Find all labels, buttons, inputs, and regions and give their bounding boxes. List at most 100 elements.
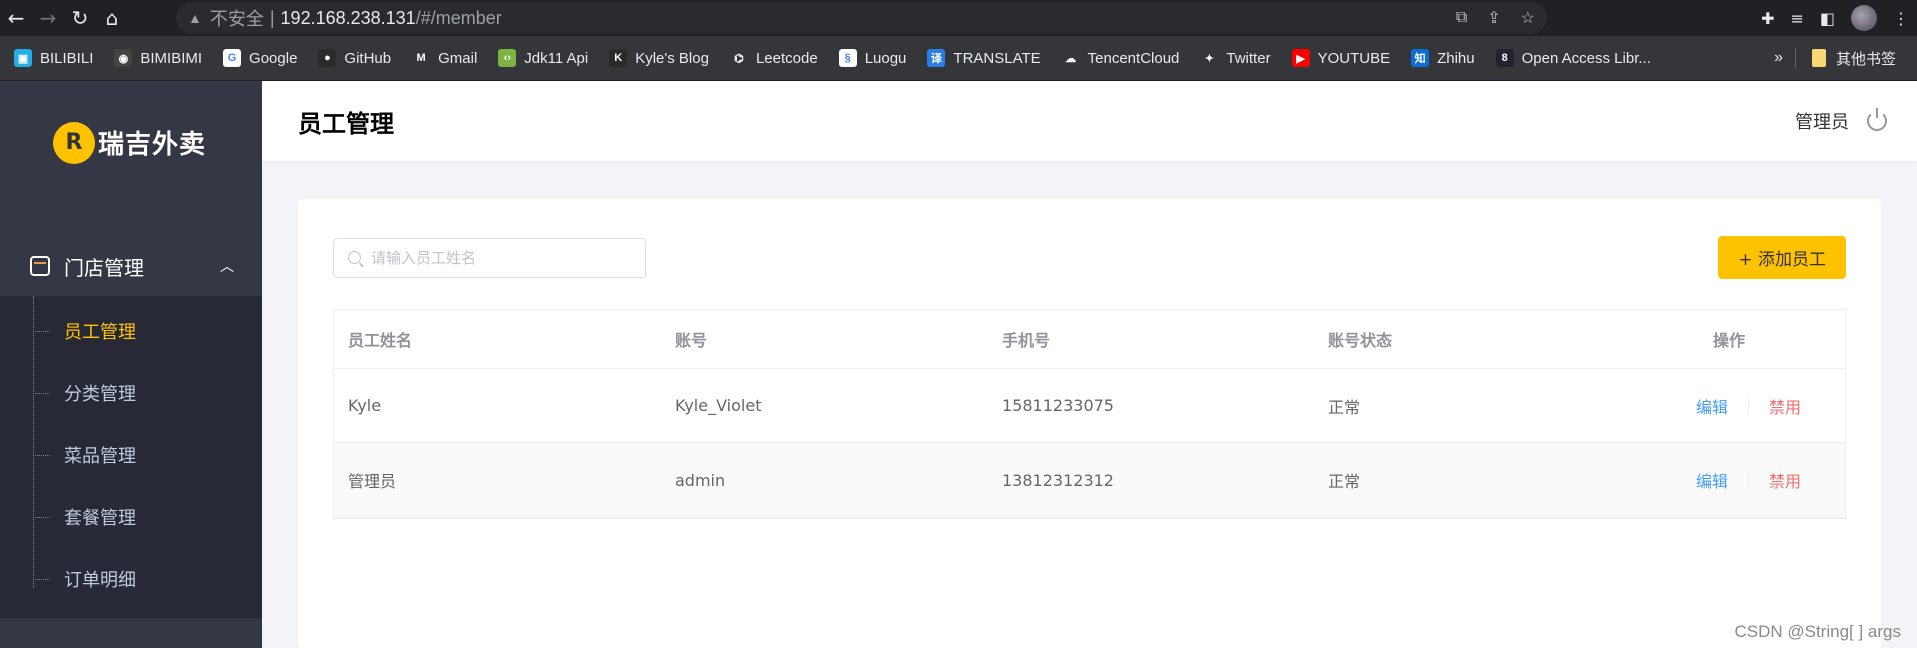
back-button[interactable]: ← <box>0 2 32 34</box>
cell-phone: 15811233075 <box>1002 396 1114 415</box>
logo-badge-icon: R <box>55 124 92 161</box>
column-header-name: 员工姓名 <box>348 331 413 350</box>
url-host: 192.168.238.131 <box>280 7 416 28</box>
menu-group-store-toggle[interactable]: 门店管理 ︿ <box>0 236 262 296</box>
bookmark-item[interactable]: ▣ BILIBILI <box>14 49 93 67</box>
employee-name-search-input[interactable] <box>371 248 645 267</box>
reload-button[interactable]: ↻ <box>64 2 96 34</box>
bookmark-label: Jdk11 Api <box>524 49 589 67</box>
leetcode-icon: ⌬ <box>729 49 748 67</box>
bookmark-label: TRANSLATE <box>953 49 1041 67</box>
bookmark-item[interactable]: ◉ BIMIBIMI <box>114 49 202 67</box>
cell-name: 管理员 <box>348 472 397 491</box>
sidebar-item-orders[interactable]: 订单明细 <box>0 548 262 610</box>
cell-status: 正常 <box>1328 397 1361 417</box>
media-control-icon[interactable]: ≡ <box>1790 9 1803 28</box>
bookmark-label: Luogu <box>864 49 907 67</box>
google-icon: G <box>223 49 242 67</box>
action-divider <box>1747 472 1749 488</box>
page-title: 员工管理 <box>298 109 394 138</box>
bookmark-item[interactable]: 8 Open Access Libr... <box>1495 49 1651 67</box>
bookmark-item[interactable]: ✦ Twitter <box>1200 49 1271 67</box>
other-bookmarks-label: 其他书签 <box>1835 50 1896 68</box>
bookmark-item[interactable]: ▶ YOUTUBE <box>1291 49 1391 67</box>
menu-kebab-icon[interactable]: ⋮ <box>1893 9 1909 28</box>
bookmark-item[interactable]: § Luogu <box>838 49 907 67</box>
bookmark-item[interactable]: ☁ TencentCloud <box>1061 49 1180 67</box>
disable-button[interactable]: 禁用 <box>1769 468 1801 492</box>
share-icon[interactable]: ⇪ <box>1487 8 1500 28</box>
gmail-icon: M <box>412 49 431 67</box>
bookmark-label: Open Access Libr... <box>1521 49 1651 67</box>
bookmark-label: Leetcode <box>755 49 818 67</box>
url-separator: | <box>269 7 275 28</box>
search-box <box>333 237 646 278</box>
disable-button[interactable]: 禁用 <box>1769 394 1801 418</box>
chevron-up-icon: ︿ <box>220 259 234 275</box>
oal-icon: 8 <box>1495 49 1514 67</box>
sidebar-item-employee[interactable]: 员工管理 <box>0 300 262 362</box>
edit-button[interactable]: 编辑 <box>1696 394 1728 418</box>
bookmark-label: Kyle's Blog <box>635 49 709 67</box>
home-button[interactable]: ⌂ <box>96 2 128 34</box>
bookmark-star-icon[interactable]: ☆ <box>1521 8 1535 28</box>
submenu: 员工管理 分类管理 菜品管理 套餐管理 订单明细 <box>0 296 262 618</box>
bilibili-icon: ▣ <box>14 49 32 67</box>
bookmark-item[interactable]: ‹› Jdk11 Api <box>498 49 588 67</box>
side-panel-icon[interactable]: ◧ <box>1820 9 1835 28</box>
bookmark-label: BIMIBIMI <box>140 49 203 67</box>
bookmarks-bar: ▣ BILIBILI ◉ BIMIBIMI G Google ● GitHub M Gmail ‹›… <box>0 36 1917 81</box>
bookmark-item[interactable]: ⌬ Leetcode <box>729 49 818 67</box>
bookmark-label: Zhihu <box>1437 49 1475 67</box>
forward-button[interactable]: → <box>32 2 64 34</box>
app-root: R 瑞吉外卖 门店管理 ︿ 员工管理 分类管理 菜品管理 套餐管理 订单明细 员… <box>0 81 1917 648</box>
bookmark-label: YOUTUBE <box>1317 49 1391 67</box>
blog-icon: K <box>609 49 628 67</box>
cell-account: admin <box>675 470 726 490</box>
browser-toolbar: ← → ↻ ⌂ ▲ 不安全 | 192.168.238.131 /#/membe… <box>0 0 1917 36</box>
logo-text: 瑞吉外卖 <box>97 130 206 160</box>
bookmark-label: Google <box>249 49 298 67</box>
luogu-icon: § <box>838 49 857 67</box>
youtube-icon: ▶ <box>1291 49 1310 67</box>
edit-button[interactable]: 编辑 <box>1696 468 1728 492</box>
bookmark-item[interactable]: M Gmail <box>412 49 477 67</box>
sidebar-item-setmeal[interactable]: 套餐管理 <box>0 486 262 548</box>
cell-phone: 13812312312 <box>1002 470 1114 490</box>
address-bar[interactable]: ▲ 不安全 | 192.168.238.131 /#/member ⧉ ⇪ ☆ <box>176 2 1547 34</box>
bookmark-item[interactable]: 译 TRANSLATE <box>927 49 1041 67</box>
cell-actions: 编辑 禁用 <box>1554 394 1845 418</box>
bookmark-label: Gmail <box>438 49 478 67</box>
table-row: Kyle Kyle_Violet 15811233075 正常 编辑 禁用 <box>334 369 1845 443</box>
column-header-account: 账号 <box>675 331 708 350</box>
twitter-icon: ✦ <box>1200 49 1219 67</box>
sidebar-item-dish[interactable]: 菜品管理 <box>0 424 262 486</box>
sidebar-item-category[interactable]: 分类管理 <box>0 362 262 424</box>
bookmark-item[interactable]: K Kyle's Blog <box>609 49 709 67</box>
bookmark-item[interactable]: 知 Zhihu <box>1411 49 1475 67</box>
extensions-icon[interactable]: ✚ <box>1761 9 1774 28</box>
sidebar: R 瑞吉外卖 门店管理 ︿ 员工管理 分类管理 菜品管理 套餐管理 订单明细 <box>0 81 262 648</box>
table-row: 管理员 admin 13812312312 正常 编辑 禁用 <box>334 443 1845 517</box>
translate-page-icon[interactable]: ⧉ <box>1456 9 1467 27</box>
tencentcloud-icon: ☁ <box>1061 49 1080 67</box>
bookmark-label: Twitter <box>1226 49 1271 67</box>
page-header: 员工管理 管理员 <box>262 81 1917 161</box>
logout-power-icon[interactable] <box>1867 108 1887 131</box>
column-header-actions: 操作 <box>1712 331 1745 350</box>
bookmark-item[interactable]: ● GitHub <box>318 49 391 67</box>
bookmark-item[interactable]: G Google <box>223 49 297 67</box>
warning-icon: ▲ <box>188 10 202 26</box>
bimibimi-icon: ◉ <box>114 49 133 67</box>
add-employee-button[interactable]: + 添加员工 <box>1718 236 1846 279</box>
logo: R 瑞吉外卖 <box>0 81 262 196</box>
cell-account: Kyle_Violet <box>675 396 762 415</box>
translate-icon: 译 <box>927 49 946 67</box>
more-bookmarks-button[interactable]: » <box>1774 49 1783 67</box>
other-bookmarks-folder[interactable]: 其他书签 <box>1811 48 1896 69</box>
cell-actions: 编辑 禁用 <box>1554 468 1845 492</box>
search-icon <box>348 251 361 264</box>
list-toolbar: + 添加员工 <box>333 236 1846 279</box>
bookmark-label: TencentCloud <box>1087 49 1180 67</box>
profile-avatar[interactable] <box>1851 5 1877 31</box>
